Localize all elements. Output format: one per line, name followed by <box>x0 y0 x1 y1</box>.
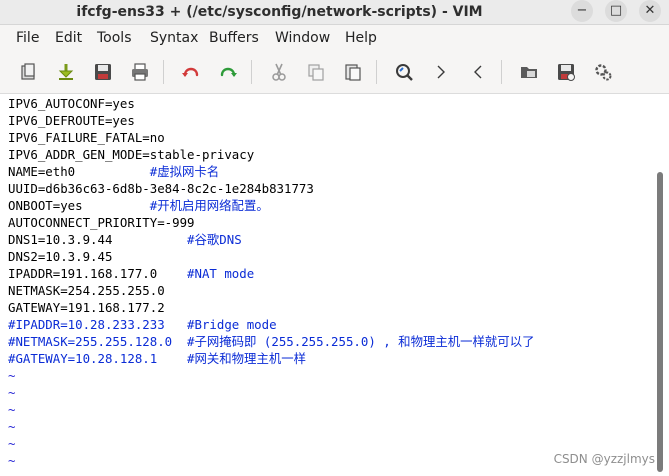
empty-line-marker: ~ <box>8 436 16 451</box>
line-text: NETMASK=254.255.255.0 <box>8 283 165 298</box>
minimize-button[interactable]: − <box>571 0 593 22</box>
empty-line-marker: ~ <box>8 419 16 434</box>
line-text: AUTOCONNECT_PRIORITY=-999 <box>8 215 195 230</box>
copy-icon[interactable] <box>305 61 327 83</box>
editor-line[interactable]: IPV6_DEFROUTE=yes <box>8 112 135 129</box>
editor-line[interactable]: IPV6_AUTOCONF=yes <box>8 95 135 112</box>
line-comment: #NETMASK=255.255.128.0 #子网掩码即 (255.255.2… <box>8 334 535 349</box>
editor-buffer[interactable]: IPV6_AUTOCONF=yes IPV6_DEFROUTE=yes IPV6_F… <box>0 94 651 476</box>
empty-line-marker: ~ <box>8 368 16 383</box>
title-bar: ifcfg-ens33 + (/etc/sysconfig/network-sc… <box>0 0 669 25</box>
download-icon[interactable] <box>55 61 77 83</box>
menu-tools[interactable]: Tools <box>97 29 132 47</box>
editor-line[interactable]: DNS2=10.3.9.45 <box>8 248 112 265</box>
line-text: IPV6_AUTOCONF=yes <box>8 96 135 111</box>
line-text: IPV6_FAILURE_FATAL=no <box>8 130 165 145</box>
find-replace-icon[interactable] <box>393 61 415 83</box>
editor-line[interactable]: AUTOCONNECT_PRIORITY=-999 <box>8 214 195 231</box>
editor-line[interactable]: #GATEWAY=10.28.128.1 #网关和物理主机一样 <box>8 350 306 367</box>
menu-buffers[interactable]: Buffers <box>209 29 259 47</box>
menu-edit[interactable]: Edit <box>55 29 82 47</box>
menu-help[interactable]: Help <box>345 29 377 47</box>
empty-line-marker: ~ <box>8 402 16 417</box>
vertical-scrollbar[interactable] <box>651 94 669 476</box>
line-text: UUID=d6b36c63-6d8b-3e84-8c2c-1e284b83177… <box>8 181 314 196</box>
line-text: NAME=eth0 <box>8 164 150 179</box>
find-next-icon[interactable] <box>430 61 452 83</box>
empty-line-marker: ~ <box>8 469 15 476</box>
line-comment: #谷歌DNS <box>187 232 242 247</box>
editor-line[interactable]: UUID=d6b36c63-6d8b-3e84-8c2c-1e284b83177… <box>8 180 314 197</box>
menu-syntax[interactable]: Syntax <box>150 29 198 47</box>
line-text: IPADDR=191.168.177.0 <box>8 266 188 281</box>
editor-line[interactable]: GATEWAY=191.168.177.2 <box>8 299 165 316</box>
cut-icon[interactable] <box>268 61 290 83</box>
undo-icon[interactable] <box>180 61 202 83</box>
find-prev-icon[interactable] <box>467 61 489 83</box>
line-text: GATEWAY=191.168.177.2 <box>8 300 165 315</box>
line-text: IPV6_DEFROUTE=yes <box>8 113 135 128</box>
open-icon[interactable] <box>18 61 40 83</box>
editor-line[interactable]: #IPADDR=10.28.233.233 #Bridge mode <box>8 316 277 333</box>
menu-file[interactable]: File <box>16 29 39 47</box>
editor-line[interactable]: DNS1=10.3.9.44 #谷歌DNS <box>8 231 242 248</box>
editor-line[interactable]: IPV6_ADDR_GEN_MODE=stable-privacy <box>8 146 254 163</box>
menu-bar: File Edit Tools Syntax Buffers Window He… <box>0 25 669 51</box>
toolbar-separator <box>163 60 164 84</box>
minimize-icon: − <box>576 3 588 18</box>
toolbar <box>0 51 669 94</box>
toolbar-separator <box>376 60 377 84</box>
line-comment: #IPADDR=10.28.233.233 #Bridge mode <box>8 317 277 332</box>
watermark: CSDN @yzzjlmys <box>553 452 655 466</box>
save-icon[interactable] <box>92 61 114 83</box>
editor-line[interactable]: IPADDR=191.168.177.0 #NAT mode <box>8 265 254 282</box>
line-comment: #GATEWAY=10.28.128.1 #网关和物理主机一样 <box>8 351 307 366</box>
line-comment: #虚拟网卡名 <box>149 164 220 179</box>
paste-icon[interactable] <box>342 61 364 83</box>
line-text: DNS2=10.3.9.45 <box>8 249 113 264</box>
editor-line[interactable]: NAME=eth0 #虚拟网卡名 <box>8 163 219 180</box>
line-text: IPV6_ADDR_GEN_MODE=stable-privacy <box>8 147 255 162</box>
line-text: ONBOOT=yes <box>8 198 150 213</box>
close-icon: ✕ <box>644 3 656 18</box>
line-text: DNS1=10.3.9.44 <box>8 232 188 247</box>
save-session-icon[interactable] <box>555 61 577 83</box>
maximize-icon: □ <box>609 3 623 18</box>
run-script-icon[interactable] <box>592 61 614 83</box>
load-session-icon[interactable] <box>518 61 540 83</box>
empty-line-marker: ~ <box>8 385 16 400</box>
editor-line[interactable]: ONBOOT=yes #开机启用网络配置。 <box>8 197 269 214</box>
menu-window[interactable]: Window <box>275 29 330 47</box>
line-comment: #NAT mode <box>187 266 255 281</box>
toolbar-separator <box>501 60 502 84</box>
editor-line[interactable]: IPV6_FAILURE_FATAL=no <box>8 129 165 146</box>
editor-line[interactable]: NETMASK=254.255.255.0 <box>8 282 165 299</box>
window-title: ifcfg-ens33 + (/etc/sysconfig/network-sc… <box>76 4 483 20</box>
toolbar-separator <box>251 60 252 84</box>
editor-line[interactable]: #NETMASK=255.255.128.0 #子网掩码即 (255.255.2… <box>8 333 534 350</box>
maximize-button[interactable]: □ <box>605 0 627 22</box>
close-button[interactable]: ✕ <box>639 0 661 22</box>
line-comment: #开机启用网络配置。 <box>149 198 269 213</box>
empty-line-marker: ~ <box>8 453 16 468</box>
redo-icon[interactable] <box>217 61 239 83</box>
scrollbar-thumb[interactable] <box>657 172 663 472</box>
print-icon[interactable] <box>129 61 151 83</box>
